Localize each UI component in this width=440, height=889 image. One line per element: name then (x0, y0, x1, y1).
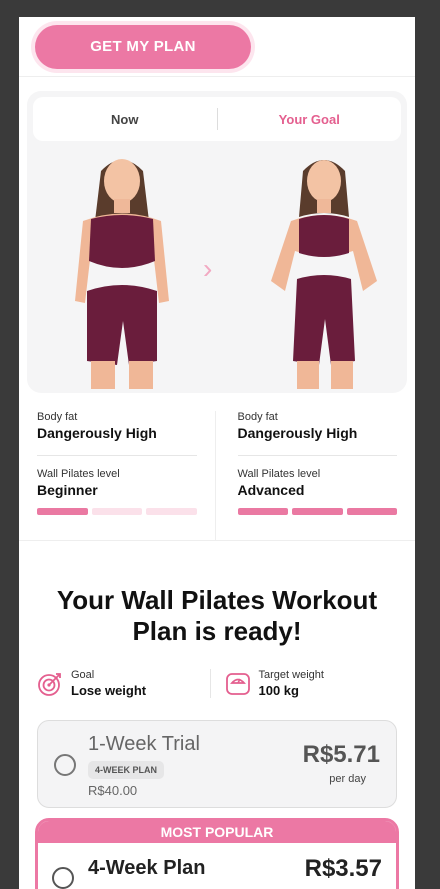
plan-per-day-label: per day (329, 773, 366, 785)
get-my-plan-button[interactable]: GET MY PLAN (35, 24, 251, 69)
goal-stats: Body fat Dangerously High Wall Pilates l… (214, 411, 416, 540)
title-line-2: Plan is ready! (132, 616, 302, 646)
most-popular-badge: MOST POPULAR (38, 821, 396, 843)
plan-option-1-week-trial[interactable]: 1-Week Trial 4-WEEK PLAN R$40.00 R$5.71 … (37, 720, 397, 808)
scale-icon (225, 672, 250, 695)
level-label: Wall Pilates level (37, 468, 120, 480)
chevron-right-icon: › (203, 253, 213, 284)
plan-ready-title: Your Wall Pilates Workout Plan is ready! (19, 585, 415, 647)
level-bar-segment (292, 508, 343, 515)
target-weight-value: 100 kg (258, 683, 299, 698)
target-weight-item: Target weight 100 kg (209, 669, 398, 698)
current-stats: Body fat Dangerously High Wall Pilates l… (19, 411, 215, 540)
tab-now[interactable]: Now (33, 112, 217, 127)
goal-label: Goal (71, 669, 95, 681)
plan-radio[interactable] (54, 754, 76, 776)
plan-daily-price: R$5.71 (302, 741, 380, 768)
level-value: Advanced (237, 482, 305, 498)
divider (37, 455, 197, 456)
level-bar-segment (346, 508, 397, 515)
divider (237, 455, 397, 456)
plan-total-price: R$40.00 (88, 783, 138, 798)
goal-value: Lose weight (71, 683, 147, 698)
plan-name: 1-Week Trial (88, 733, 200, 755)
level-bar-segment (237, 508, 288, 515)
body-fat-value: Dangerously High (37, 425, 157, 441)
plan-name: 4-Week Plan (88, 857, 206, 879)
plan-radio[interactable] (52, 867, 74, 889)
body-fat-label: Body fat (37, 411, 78, 423)
plan-daily-price: R$3.57 (304, 855, 382, 882)
top-bar: GET MY PLAN (19, 17, 415, 77)
plan-option-4-week[interactable]: MOST POPULAR 4-Week Plan R$3.57 (35, 818, 399, 889)
title-line-1: Your Wall Pilates Workout (56, 585, 378, 615)
level-bar-segment (37, 508, 88, 515)
target-icon (38, 672, 61, 696)
target-weight-label: Target weight (258, 669, 324, 681)
level-value: Beginner (37, 482, 98, 498)
level-bar-segment (91, 508, 142, 515)
tab-your-goal[interactable]: Your Goal (218, 112, 402, 127)
body-comparison-card: Now Your Goal › (27, 91, 407, 393)
app-frame: GET MY PLAN Now Your Goal › Body fat Dan… (19, 17, 415, 889)
level-label: Wall Pilates level (237, 468, 321, 480)
current-body-figure (75, 159, 169, 389)
plan-badge: 4-WEEK PLAN (88, 761, 165, 779)
body-fat-label: Body fat (237, 411, 278, 423)
goal-item: Goal Lose weight (37, 669, 210, 698)
goal-body-figure (271, 160, 377, 389)
body-stats: Body fat Dangerously High Wall Pilates l… (19, 393, 415, 541)
level-meter (37, 508, 197, 515)
level-bar-segment (146, 508, 197, 515)
body-fat-value: Dangerously High (237, 425, 358, 441)
level-meter (237, 508, 397, 515)
comparison-tabs: Now Your Goal (33, 97, 401, 141)
goal-summary: Goal Lose weight Target weight 100 kg (19, 669, 415, 698)
